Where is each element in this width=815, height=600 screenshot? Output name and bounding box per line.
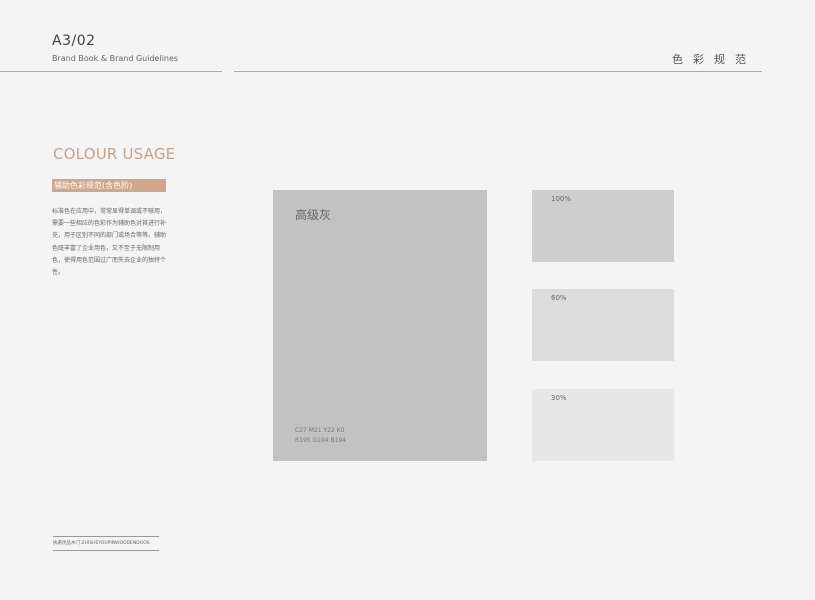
footer-rule-bottom [53, 550, 159, 551]
tint-label: 30% [551, 394, 567, 402]
colour-usage-heading: COLOUR USAGE [53, 145, 176, 163]
colour-name: 高级灰 [295, 208, 332, 222]
tint-label: 100% [551, 195, 572, 203]
section-title: 色彩规范 [672, 53, 756, 66]
document-subtitle: Brand Book & Brand Guidelines [52, 54, 179, 63]
tint-swatch-30: 30% [532, 389, 674, 461]
tint-swatch-60: 60% [532, 289, 674, 361]
tint-swatch-100: 100% [532, 190, 674, 262]
description-paragraph: 标准色在应用中，常常显得单调或不够用，需要一些相应的色彩作为辅助色对其进行补充，… [52, 208, 167, 277]
main-colour-swatch: 高级灰 C27 M21 Y22 K0 R195 G194 B194 [273, 190, 487, 461]
tint-label: 60% [551, 294, 567, 302]
auxiliary-colour-tag: 辅助色彩规范(含色阶) [52, 179, 166, 192]
page-number: A3/02 [52, 33, 96, 49]
cmyk-values: C27 M21 Y22 K0 [295, 427, 345, 434]
header-rule-left [0, 71, 222, 72]
footer-brand-text: 执著优品木门 ZHISHEYOUPINWOODENDOOS [53, 541, 150, 546]
rgb-values: R195 G194 B194 [295, 437, 347, 444]
header-rule-right [234, 71, 762, 72]
footer-rule-top [53, 536, 159, 537]
